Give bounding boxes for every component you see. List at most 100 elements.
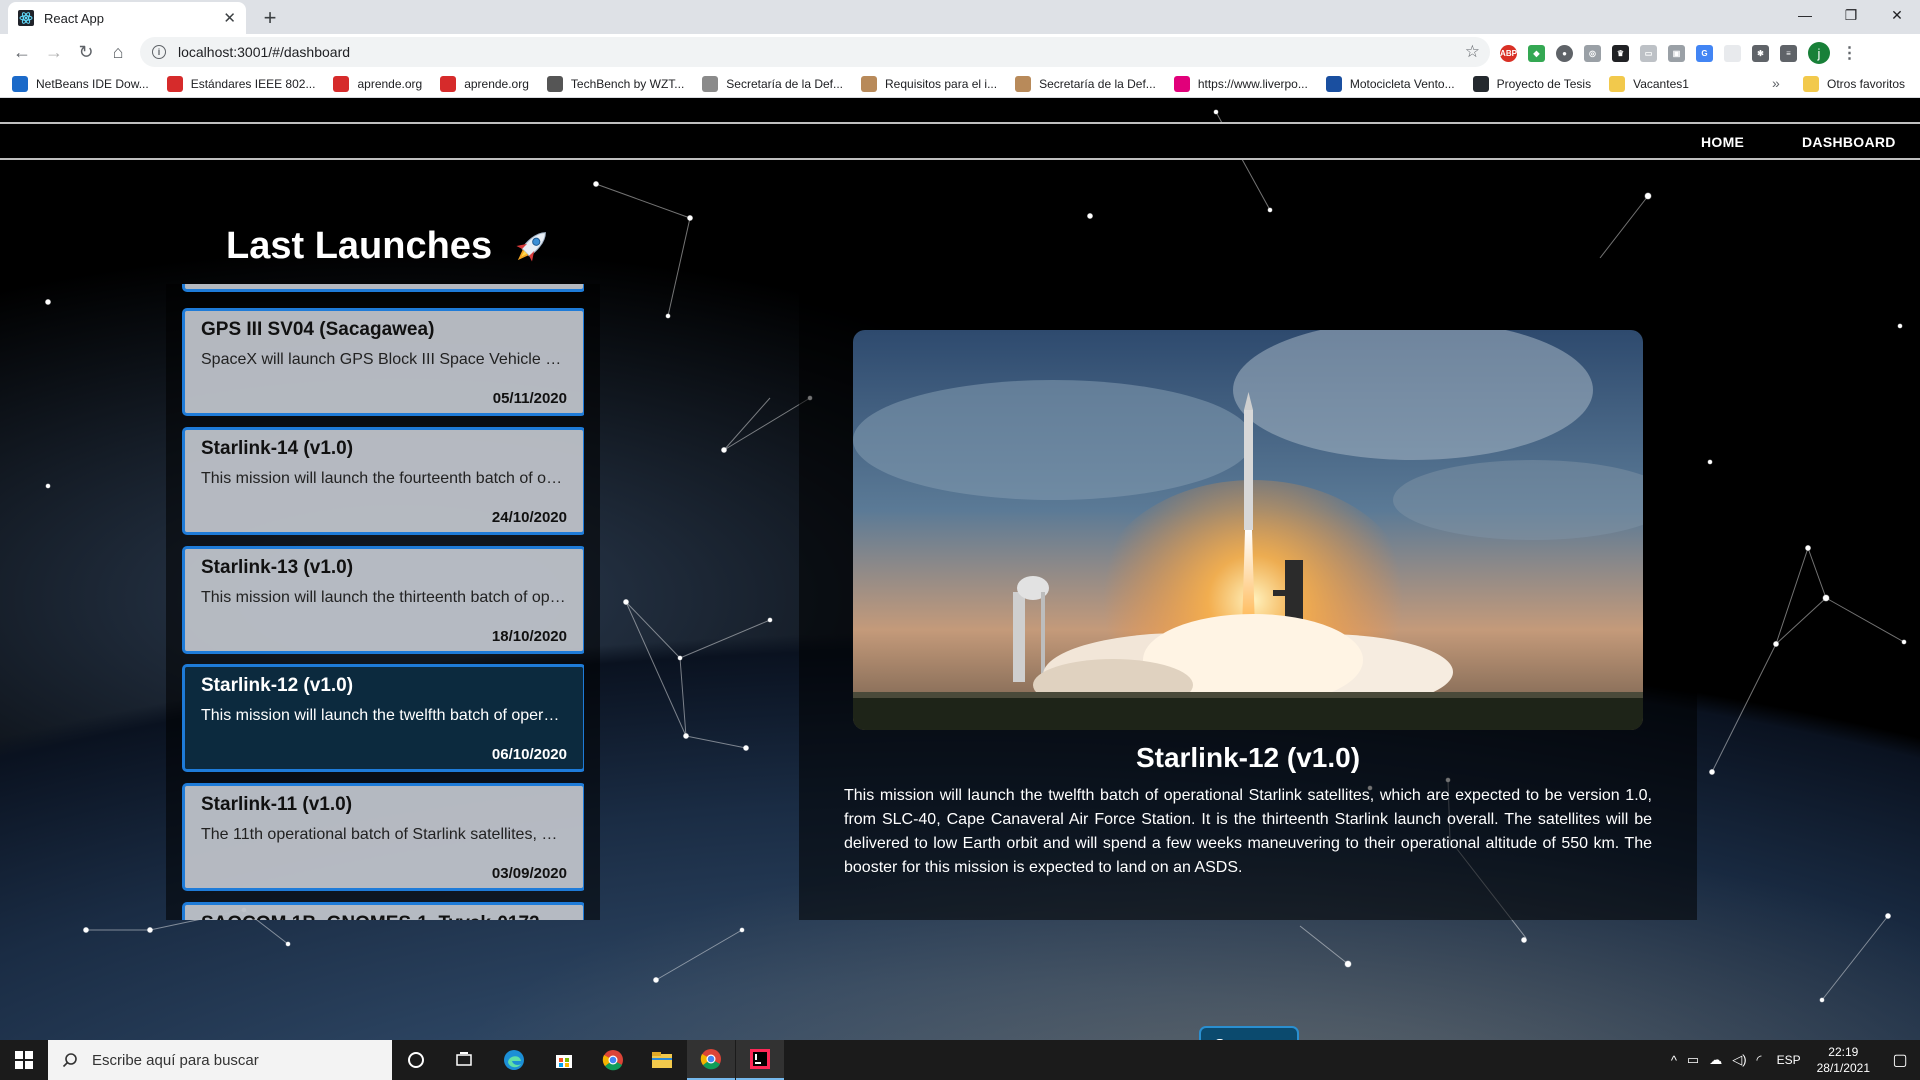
windows-logo-icon (15, 1051, 33, 1069)
search-placeholder: Escribe aquí para buscar (92, 1051, 259, 1069)
extensions-puzzle-icon[interactable]: ✱ (1752, 44, 1769, 62)
task-view-icon[interactable] (440, 1040, 488, 1080)
bookmark-label: TechBench by WZT... (570, 76, 685, 91)
extension-icon[interactable]: ◆ (1528, 44, 1545, 62)
launch-card[interactable]: GPS III SV04 (Sacagawea) SpaceX will laun… (182, 308, 584, 416)
window-controls: — ❐ ✕ (1782, 0, 1920, 30)
launch-card[interactable]: SAOCOM 1B, GNOMES-1, Tyvak-0172 (182, 902, 584, 920)
notifications-icon[interactable]: ▢ (1880, 1040, 1920, 1080)
wifi-icon[interactable]: ◜ (1757, 1052, 1762, 1068)
bookmark-item[interactable]: Motocicleta Vento... (1325, 75, 1455, 92)
see-more-button[interactable]: See more (1199, 1026, 1299, 1040)
launch-card[interactable]: Starlink-12 (v1.0) This mission will laun… (182, 664, 584, 772)
store-icon[interactable] (540, 1040, 588, 1080)
adblock-icon[interactable]: ABP (1500, 44, 1517, 62)
aprende-icon (440, 75, 457, 92)
intellij-icon[interactable] (736, 1040, 784, 1080)
bookmark-item[interactable]: Proyecto de Tesis (1472, 75, 1591, 92)
home-icon[interactable]: ⌂ (104, 38, 132, 66)
bookmark-item[interactable]: aprende.org (333, 75, 423, 92)
forward-icon[interactable]: → (40, 38, 68, 66)
folder-icon (1609, 75, 1626, 92)
taskbar-search[interactable]: Escribe aquí para buscar (48, 1040, 392, 1080)
section-title: Last Launches (226, 224, 554, 268)
bookmark-item[interactable]: aprende.org (440, 75, 529, 92)
launch-card-title: SAOCOM 1B, GNOMES-1, Tyvak-0172 (201, 913, 567, 920)
close-window-button[interactable]: ✕ (1874, 0, 1920, 30)
bookmark-label: Requisitos para el i... (885, 76, 998, 91)
chrome-icon[interactable] (589, 1040, 637, 1080)
launch-card-date: 18/10/2020 (491, 628, 567, 645)
address-bar[interactable]: i localhost:3001/#/dashboard ☆ (140, 37, 1490, 67)
address-url[interactable]: localhost:3001/#/dashboard (178, 44, 1465, 60)
extension-icon[interactable]: ◎ (1584, 44, 1601, 62)
reload-icon[interactable]: ↻ (72, 38, 100, 66)
bookmark-label: aprende.org (357, 76, 423, 91)
launch-detail-panel: Starlink-12 (v1.0) This mission will lau… (799, 258, 1697, 1040)
back-icon[interactable]: ← (8, 38, 36, 66)
launch-card-title: Starlink-12 (v1.0) (201, 675, 354, 696)
launch-card[interactable]: Starlink-14 (v1.0) This mission will laun… (182, 427, 584, 535)
extension-icon[interactable]: ▣ (1668, 44, 1685, 62)
bookmark-item[interactable]: Requisitos para el i... (861, 75, 998, 92)
detail-title: Starlink-12 (v1.0) (1135, 742, 1361, 773)
other-bookmarks-label: Otros favoritos (1827, 77, 1906, 91)
translate-icon[interactable]: G (1696, 44, 1713, 62)
site-info-icon[interactable]: i (152, 45, 166, 59)
extension-icon[interactable]: ▭ (1640, 44, 1657, 62)
launch-card-title: GPS III SV04 (Sacagawea) (201, 319, 435, 340)
profile-avatar[interactable]: j (1808, 42, 1830, 64)
launch-card[interactable]: Starlink-13 (v1.0) This mission will laun… (182, 546, 584, 654)
aprende-icon (333, 75, 350, 92)
language-indicator[interactable]: ESP (1777, 1053, 1801, 1067)
launch-card-title: Starlink-13 (v1.0) (201, 557, 354, 578)
file-explorer-icon[interactable] (638, 1040, 686, 1080)
sedena-icon (702, 75, 719, 92)
bookmarks-overflow-icon[interactable]: » (1772, 75, 1780, 91)
new-tab-button[interactable]: + (256, 4, 284, 32)
launch-card-title: Starlink-14 (v1.0) (201, 438, 354, 459)
folder-icon (1803, 76, 1819, 92)
edge-icon[interactable] (490, 1040, 538, 1080)
launch-photo (853, 330, 1643, 730)
extension-icon[interactable] (1724, 44, 1741, 62)
bookmark-star-icon[interactable]: ☆ (1465, 42, 1480, 62)
bookmark-item[interactable]: Vacantes1 (1609, 75, 1689, 92)
bookmark-item[interactable]: NetBeans IDE Dow... (12, 75, 149, 92)
other-bookmarks[interactable]: Otros favoritos (1803, 76, 1905, 92)
nav-dashboard-link[interactable]: DASHBOARD (1802, 134, 1896, 150)
search-icon (62, 1053, 77, 1068)
bookmarks-bar: NetBeans IDE Dow... Estándares IEEE 802..… (0, 70, 1920, 98)
app-page: HOME DASHBOARD Last Launches GPS III SV0… (0, 98, 1920, 1040)
bookmark-item[interactable]: https://www.liverpo... (1173, 75, 1308, 92)
techbench-icon (546, 75, 563, 92)
tab-close-icon[interactable]: ✕ (223, 9, 236, 27)
tray-chevron-icon[interactable]: ^ (1671, 1053, 1677, 1068)
bookmark-item[interactable]: Estándares IEEE 802... (166, 75, 315, 92)
restore-button[interactable]: ❐ (1828, 0, 1874, 30)
reading-list-icon[interactable]: ≡ (1780, 44, 1797, 62)
launch-card[interactable]: Starlink-11 (v1.0) The 11th operational b… (182, 783, 584, 891)
launch-card[interactable] (182, 284, 584, 292)
clock[interactable]: 22:19 28/1/2021 (1817, 1044, 1870, 1076)
chrome-active-icon[interactable] (687, 1040, 735, 1080)
extension-icon[interactable]: ♛ (1612, 44, 1629, 62)
volume-icon[interactable]: ◁) (1732, 1052, 1746, 1068)
bookmark-item[interactable]: Secretaría de la Def... (702, 75, 844, 92)
top-navbar: HOME DASHBOARD (0, 122, 1920, 160)
windows-taskbar: Escribe aquí para buscar ^ ▭ ☁ ◁) ◜ ESP … (0, 1040, 1920, 1080)
start-button[interactable] (0, 1040, 48, 1080)
launches-list[interactable]: GPS III SV04 (Sacagawea) SpaceX will laun… (166, 284, 584, 920)
browser-tab[interactable]: React App ✕ (8, 2, 246, 34)
nav-home-link[interactable]: HOME (1701, 134, 1744, 150)
bookmark-item[interactable]: TechBench by WZT... (546, 75, 685, 92)
cortana-icon[interactable] (392, 1040, 440, 1080)
bookmark-label: Secretaría de la Def... (726, 76, 844, 91)
battery-icon[interactable]: ▭ (1687, 1052, 1699, 1068)
bookmark-item[interactable]: Secretaría de la Def... (1015, 75, 1156, 92)
minimize-button[interactable]: — (1782, 0, 1828, 30)
extension-icon[interactable]: ● (1556, 44, 1573, 62)
browser-toolbar: ← → ↻ ⌂ i localhost:3001/#/dashboard ☆ A… (0, 34, 1920, 70)
menu-kebab-icon[interactable]: ⋮ (1841, 45, 1858, 62)
onedrive-icon[interactable]: ☁ (1709, 1052, 1722, 1068)
